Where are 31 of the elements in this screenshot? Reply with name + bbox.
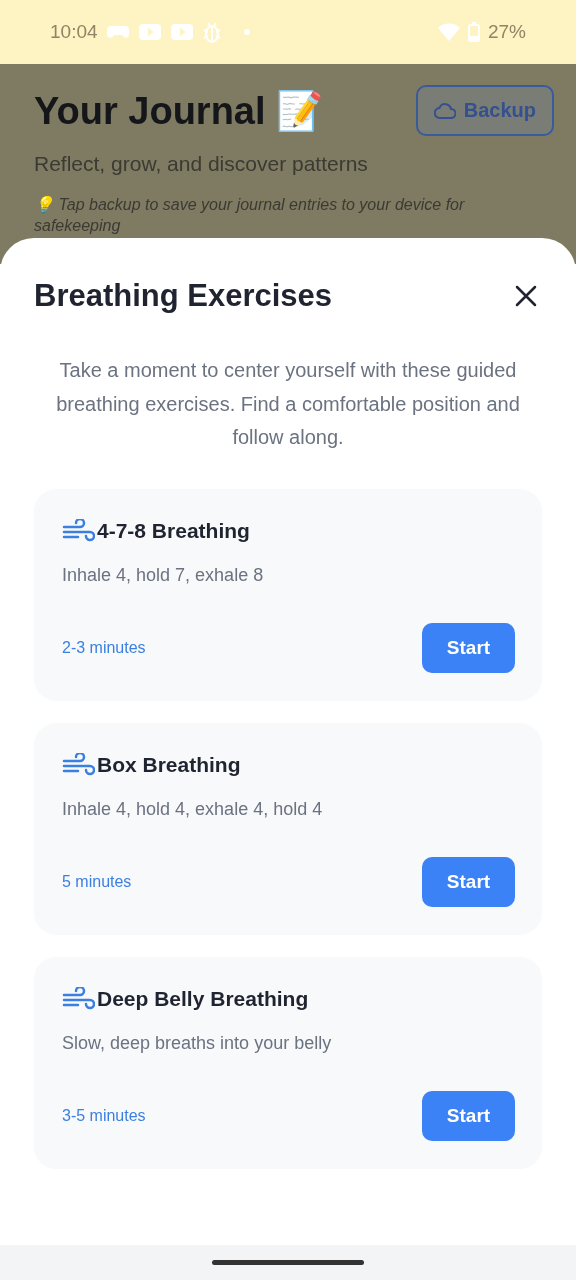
exercise-title: Box Breathing <box>97 752 241 777</box>
start-button[interactable]: Start <box>422 856 515 907</box>
dot-icon <box>243 29 250 35</box>
wind-icon <box>62 986 95 1011</box>
wifi-icon <box>437 23 460 41</box>
start-button[interactable]: Start <box>422 1090 515 1141</box>
exercise-title: Deep Belly Breathing <box>97 986 309 1011</box>
video-play-icon <box>137 23 162 41</box>
game-controller-icon <box>105 23 130 41</box>
video-play-icon <box>169 23 194 41</box>
exercise-pattern: Inhale 4, hold 7, exhale 8 <box>62 564 265 586</box>
page-subtitle: Reflect, grow, and discover patterns <box>34 152 369 176</box>
start-button[interactable]: Start <box>422 622 515 673</box>
wind-icon <box>62 518 95 543</box>
backup-button[interactable]: Backup <box>415 85 554 136</box>
exercise-pattern: Inhale 4, hold 4, exhale 4, hold 4 <box>62 798 324 820</box>
exercise-duration: 2-3 minutes <box>62 638 146 657</box>
page-title: Your Journal 📝 <box>34 88 324 133</box>
status-time: 10:04 <box>50 21 98 43</box>
exercise-title: 4-7-8 Breathing <box>97 518 250 543</box>
exercise-duration: 5 minutes <box>62 872 132 891</box>
sheet-description: Take a moment to center yourself with these guided breathing exercises. Find a comfortable position and follow along. <box>55 358 521 450</box>
wind-icon <box>62 752 95 777</box>
bug-icon <box>201 21 222 43</box>
backup-tip: 💡 Tap backup to save your journal entries to your device for safekeeping <box>34 195 466 236</box>
sheet-title: Breathing Exercises <box>34 278 333 314</box>
exercise-duration: 3-5 minutes <box>62 1106 146 1125</box>
exercise-pattern: Slow, deep breaths into your belly <box>62 1032 333 1054</box>
battery-icon <box>467 22 480 42</box>
battery-percent: 27% <box>487 21 526 43</box>
cloud-icon <box>433 102 456 119</box>
